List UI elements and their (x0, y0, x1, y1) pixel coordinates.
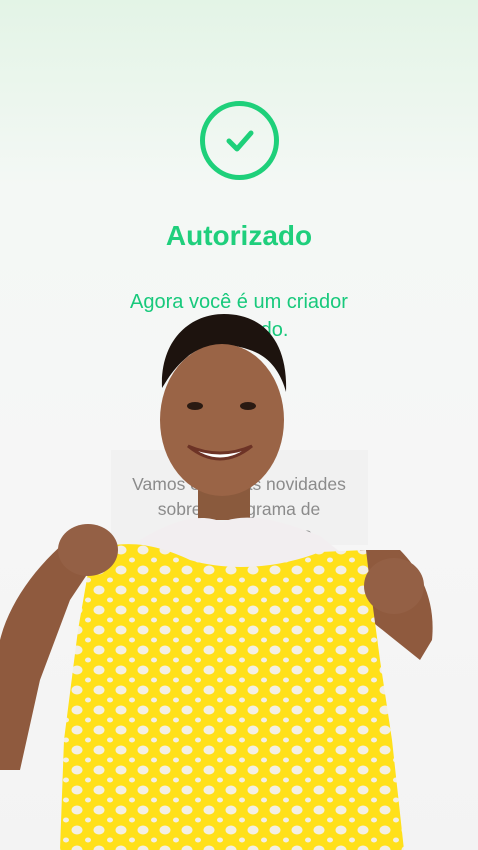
right-eye (240, 402, 256, 410)
left-hand (58, 524, 118, 576)
check-circle-icon (200, 101, 279, 180)
yellow-crochet-piece (60, 544, 404, 850)
face (160, 344, 284, 496)
status-title: Autorizado (165, 220, 313, 251)
left-eye (187, 402, 203, 410)
checkmark-icon (226, 130, 253, 151)
right-hand (364, 558, 424, 614)
creator-video-overlay (0, 314, 433, 850)
